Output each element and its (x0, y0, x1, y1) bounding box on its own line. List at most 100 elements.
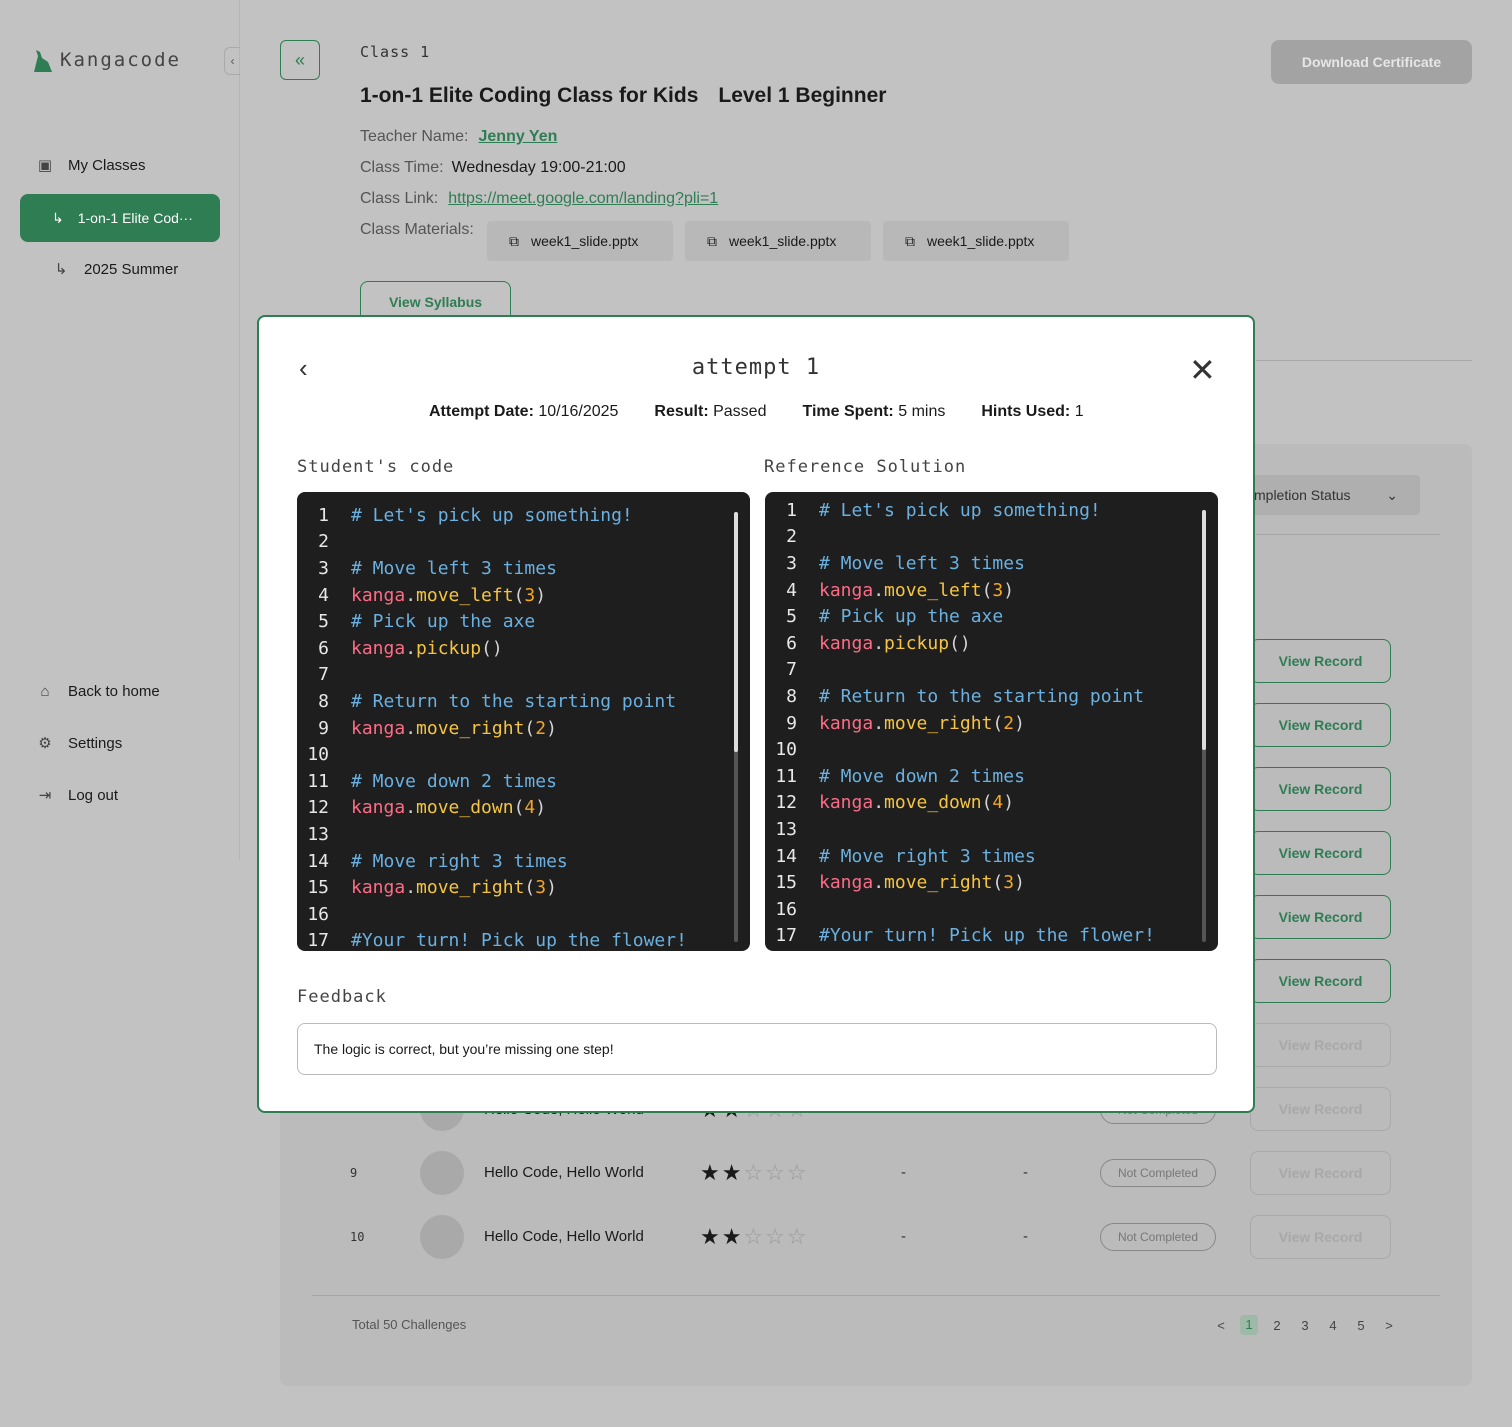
page-button-3[interactable]: 3 (1296, 1318, 1314, 1333)
code-line: 15 kanga.move_right(3) (297, 874, 750, 901)
line-number: 13 (775, 818, 797, 840)
sidebar-item-logout[interactable]: ⇥ Log out (36, 786, 118, 805)
next-page-button[interactable]: > (1380, 1318, 1398, 1333)
code-text: kanga.pickup() (351, 637, 503, 659)
modal-title: attempt 1 (691, 355, 821, 380)
code-text: kanga.move_right(3) (351, 877, 557, 899)
line-number: 15 (307, 877, 329, 899)
view-record-button[interactable]: View Record (1250, 895, 1391, 939)
page-button-1[interactable]: 1 (1240, 1315, 1258, 1335)
scrollbar-thumb[interactable] (1202, 510, 1206, 750)
class-link[interactable]: https://meet.google.com/landing?pli=1 (448, 190, 718, 207)
student-code-editor[interactable]: 1 # Let's pick up something! 2 3 # Move left… (297, 492, 750, 951)
code-line: 8 # Return to the starting point (765, 683, 1218, 710)
file-copy-icon: ⧉ (905, 232, 915, 249)
code-text: kanga.move_down(4) (351, 797, 547, 819)
line-number: 17 (307, 930, 329, 951)
view-record-button[interactable]: View Record (1250, 1087, 1391, 1131)
sidebar-item-label: 1-on-1 Elite Cod··· (77, 210, 193, 226)
code-line: 16 (297, 901, 750, 928)
code-text: kanga.move_left(3) (819, 579, 1015, 601)
code-line: 16 (765, 896, 1218, 923)
view-record-button[interactable]: View Record (1250, 1215, 1391, 1259)
page-button-4[interactable]: 4 (1324, 1318, 1342, 1333)
sidebar-item-my-classes[interactable]: ▣ My Classes (36, 156, 146, 175)
code-line: 9 kanga.move_right(2) (297, 715, 750, 742)
completion-status-filter[interactable]: mpletion Status ⌄ (1240, 475, 1420, 515)
subitem-arrow-icon: ↳ (52, 209, 64, 226)
date-value: - (1023, 1164, 1028, 1181)
challenge-title: Hello Code, Hello World (484, 1164, 644, 1181)
status-badge: Not Completed (1100, 1223, 1216, 1251)
code-text: # Move left 3 times (819, 552, 1025, 574)
code-line: 12 kanga.move_down(4) (765, 790, 1218, 817)
material-file[interactable]: ⧉ week1_slide.pptx (685, 221, 871, 261)
code-line: 5 # Pick up the axe (297, 608, 750, 635)
line-number: 11 (307, 770, 329, 792)
sidebar-item-elite-class[interactable]: ↳ 1-on-1 Elite Cod··· (20, 194, 220, 242)
view-record-button[interactable]: View Record (1250, 1151, 1391, 1195)
code-text: # Move down 2 times (351, 770, 557, 792)
material-name: week1_slide.pptx (927, 233, 1035, 249)
star-rating: ★★☆☆☆ (700, 1224, 809, 1249)
time-label: Class Time: (360, 159, 444, 176)
logo[interactable]: Kangacode (30, 48, 181, 72)
back-button[interactable]: « (280, 40, 320, 80)
row-number: 10 (350, 1230, 365, 1244)
code-text: #Your turn! Pick up the flower! (819, 925, 1155, 947)
teacher-row: Teacher Name: Jenny Yen (360, 128, 557, 146)
kangaroo-logo-icon (34, 50, 52, 72)
teacher-label: Teacher Name: (360, 128, 469, 145)
score-value: - (901, 1228, 906, 1245)
close-icon: ✕ (1189, 352, 1216, 388)
code-line: 2 (765, 524, 1218, 551)
code-text: #Your turn! Pick up the flower! (351, 930, 687, 951)
code-line: 3 # Move left 3 times (297, 555, 750, 582)
view-record-button[interactable]: View Record (1250, 767, 1391, 811)
teacher-link[interactable]: Jenny Yen (479, 128, 558, 145)
home-icon: ⌂ (40, 682, 50, 700)
line-number: 8 (786, 685, 797, 707)
hints-used: Hints Used: 1 (981, 403, 1083, 421)
prev-page-button[interactable]: < (1212, 1318, 1230, 1333)
code-line: 12 kanga.move_down(4) (297, 795, 750, 822)
view-record-button[interactable]: View Record (1250, 1023, 1391, 1067)
total-challenges: Total 50 Challenges (352, 1317, 467, 1332)
sidebar-item-settings[interactable]: ⚙ Settings (36, 734, 122, 753)
code-line: 6 kanga.pickup() (765, 630, 1218, 657)
material-file[interactable]: ⧉ week1_slide.pptx (487, 221, 673, 261)
class-label: Class 1 (360, 43, 431, 61)
line-number: 7 (318, 664, 329, 686)
code-text: # Let's pick up something! (351, 504, 633, 526)
line-number: 11 (775, 765, 797, 787)
code-line: 2 (297, 529, 750, 556)
code-line: 4 kanga.move_left(3) (297, 582, 750, 609)
view-record-button[interactable]: View Record (1250, 831, 1391, 875)
view-record-button[interactable]: View Record (1250, 959, 1391, 1003)
scrollbar[interactable] (1202, 510, 1206, 942)
code-text: # Pick up the axe (819, 606, 1004, 628)
modal-close-button[interactable]: ✕ (1189, 351, 1216, 389)
sidebar: Kangacode ‹ ▣ My Classes ↳ 1-on-1 Elite … (0, 0, 240, 860)
sidebar-item-2025-summer[interactable]: ↳ 2025 Summer (52, 260, 179, 279)
sidebar-item-back-home[interactable]: ⌂ Back to home (36, 682, 159, 700)
code-line: 13 (765, 816, 1218, 843)
line-number: 1 (318, 504, 329, 526)
reference-code-editor[interactable]: 1 # Let's pick up something! 2 3 # Move left… (765, 492, 1218, 951)
line-number: 12 (307, 797, 329, 819)
view-record-button[interactable]: View Record (1250, 703, 1391, 747)
scrollbar[interactable] (734, 512, 738, 942)
view-record-button[interactable]: View Record (1250, 639, 1391, 683)
download-certificate-button[interactable]: Download Certificate (1271, 40, 1472, 84)
scrollbar-thumb[interactable] (734, 512, 738, 752)
line-number: 8 (318, 690, 329, 712)
attempt-date: Attempt Date: 10/16/2025 (429, 403, 618, 421)
material-file[interactable]: ⧉ week1_slide.pptx (883, 221, 1069, 261)
page-button-5[interactable]: 5 (1352, 1318, 1370, 1333)
feedback-field[interactable]: The logic is correct, but you’re missing… (297, 1023, 1217, 1075)
collapse-sidebar-button[interactable]: ‹ (224, 47, 240, 75)
code-line: 10 (765, 736, 1218, 763)
page-button-2[interactable]: 2 (1268, 1318, 1286, 1333)
code-line: 18kanga.pickup() (765, 949, 1218, 951)
attempt-date-label: Attempt Date: (429, 403, 534, 420)
